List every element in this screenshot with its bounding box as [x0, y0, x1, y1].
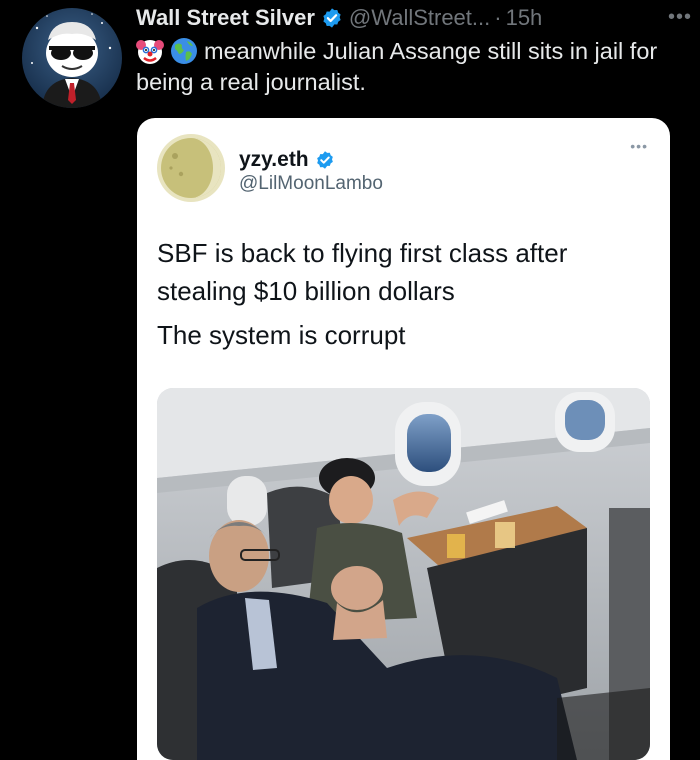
verified-badge-icon — [321, 7, 343, 29]
quoted-tweet-photo[interactable] — [157, 388, 650, 760]
quoted-author-handle[interactable]: @LilMoonLambo — [239, 173, 383, 195]
quoted-tweet-card[interactable]: yzy.eth @LilMoonLambo ••• SBF is back to… — [137, 118, 670, 760]
quoted-more-icon[interactable]: ••• — [630, 138, 648, 154]
quoted-text-line2: The system is corrupt — [157, 320, 406, 350]
clown-face-emoji — [136, 37, 164, 65]
author-avatar[interactable] — [22, 8, 122, 108]
tweet-timestamp[interactable]: 15h — [506, 5, 543, 31]
author-handle[interactable]: @WallStreet... — [349, 5, 490, 31]
globe-emoji — [170, 37, 198, 65]
tweet-text-content: meanwhile Julian Assange still sits in j… — [136, 38, 658, 95]
verified-badge-icon — [315, 150, 335, 170]
author-name[interactable]: Wall Street Silver — [136, 5, 315, 31]
separator-dot: · — [494, 5, 502, 30]
tweet-header: Wall Street Silver @WallStreet... · 15h — [136, 4, 690, 32]
quoted-author-name-text[interactable]: yzy.eth — [239, 148, 309, 172]
quoted-author-avatar[interactable] — [157, 134, 225, 202]
tweet-text: meanwhile Julian Assange still sits in j… — [136, 36, 676, 98]
more-icon[interactable]: ••• — [668, 6, 692, 29]
quoted-text-line1: SBF is back to flying first class after … — [157, 238, 568, 306]
quoted-author-name[interactable]: yzy.eth — [239, 148, 335, 172]
